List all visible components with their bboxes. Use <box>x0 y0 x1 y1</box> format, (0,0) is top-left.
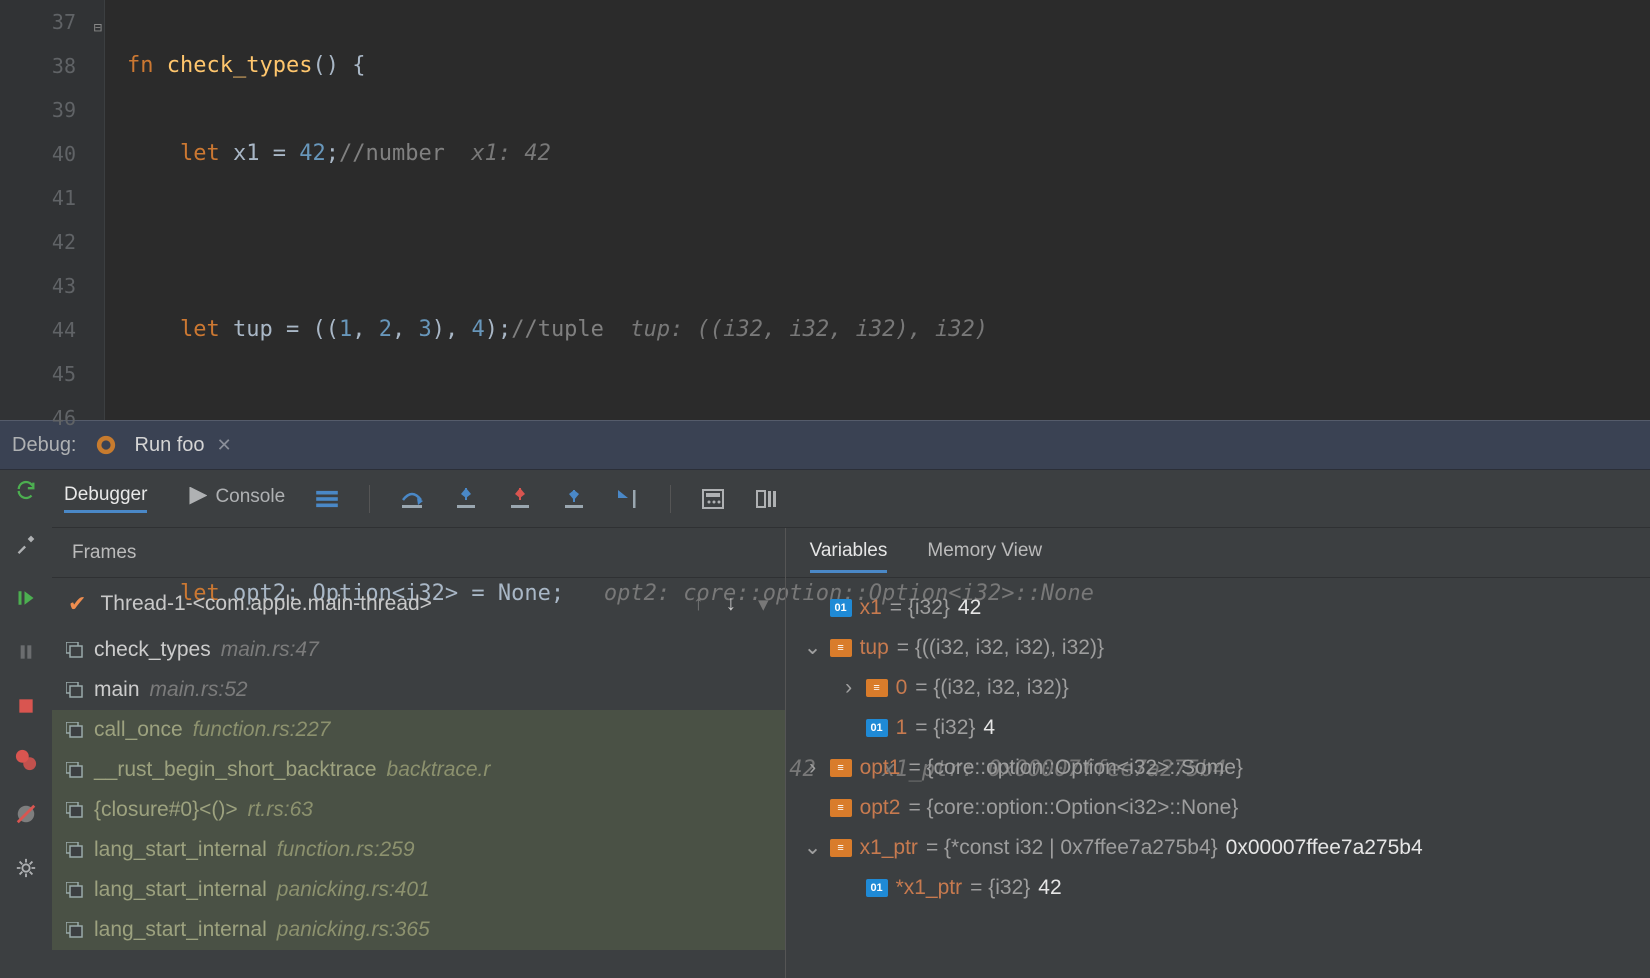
trace-icon[interactable] <box>755 487 779 511</box>
stack-frame-row[interactable]: main main.rs:52 <box>52 670 785 710</box>
frame-down-icon[interactable]: ↓ <box>726 592 737 616</box>
line-number: 41 <box>0 176 76 220</box>
frames-panel: Frames ✔ Thread-1-<com.apple.main-thread… <box>52 528 786 978</box>
stack-frame-row[interactable]: lang_start_internal panicking.rs:401 <box>52 870 785 910</box>
variables-tab[interactable]: Variables <box>810 532 888 573</box>
line-number: 44 <box>0 308 76 352</box>
struct-icon: ≡ <box>830 759 852 777</box>
frames-header: Frames <box>52 528 785 578</box>
stack-frame-row[interactable]: check_types main.rs:47 <box>52 630 785 670</box>
step-over-icon[interactable] <box>400 487 424 511</box>
stack-frame-icon <box>66 762 84 778</box>
resume-icon[interactable] <box>14 586 38 610</box>
struct-icon: ≡ <box>830 799 852 817</box>
line-number: 38 <box>0 44 76 88</box>
stack-frame-row[interactable]: lang_start_internal function.rs:259 <box>52 830 785 870</box>
struct-icon: ≡ <box>830 639 852 657</box>
stack-frame-icon <box>66 722 84 738</box>
console-tab[interactable]: Console <box>189 486 285 512</box>
stack-frame-row[interactable]: call_once function.rs:227 <box>52 710 785 750</box>
struct-icon: ≡ <box>866 679 888 697</box>
memory-view-tab[interactable]: Memory View <box>927 532 1042 573</box>
frame-up-icon[interactable]: ↑ <box>693 592 704 616</box>
variables-panel: Variables Memory View ▾ 01 x1 = {i32} 42… <box>786 528 1650 978</box>
debug-tool-window: Debugger Console Frames <box>0 470 1650 978</box>
line-number: 46 <box>0 396 76 440</box>
variable-row[interactable]: ▾ 01 x1 = {i32} 42 <box>804 588 1632 628</box>
variable-row[interactable]: ▾ 01 *x1_ptr = {i32} 42 <box>804 868 1632 908</box>
settings-icon[interactable] <box>14 856 38 880</box>
wrench-icon[interactable] <box>14 532 38 556</box>
expand-icon[interactable]: ⌄ <box>804 828 822 868</box>
stack-frame-icon <box>66 922 84 938</box>
evaluate-expression-icon[interactable] <box>701 487 725 511</box>
stack-frame-icon <box>66 842 84 858</box>
stop-icon[interactable] <box>14 694 38 718</box>
mute-breakpoints-icon[interactable] <box>14 802 38 826</box>
primitive-icon: 01 <box>866 879 888 897</box>
struct-icon: ≡ <box>830 839 852 857</box>
editor-gutter: 37 38 39 40 41 42 43 44 45 46 ⊟ <box>0 0 105 420</box>
stack-frame-row[interactable]: __rust_begin_short_backtrace backtrace.r <box>52 750 785 790</box>
frame-dropdown-icon[interactable]: ▾ <box>758 592 769 617</box>
variable-row[interactable]: › ≡ opt1 = {core::option::Option<i32>::S… <box>804 748 1632 788</box>
pause-icon[interactable] <box>14 640 38 664</box>
variable-row[interactable]: ⌄ ≡ tup = {((i32, i32, i32), i32)} <box>804 628 1632 668</box>
line-number: 39 <box>0 88 76 132</box>
run-to-cursor-icon[interactable] <box>616 487 640 511</box>
stack-frame-row[interactable]: lang_start_internal panicking.rs:365 <box>52 910 785 950</box>
variable-row[interactable]: ▾ ≡ opt2 = {core::option::Option<i32>::N… <box>804 788 1632 828</box>
variable-row[interactable]: ▾ 01 1 = {i32} 4 <box>804 708 1632 748</box>
debugger-tab[interactable]: Debugger <box>64 484 147 513</box>
rerun-icon[interactable] <box>14 478 38 502</box>
debugger-toolbar: Debugger Console <box>52 470 1650 528</box>
expand-icon[interactable]: › <box>804 748 822 788</box>
variables-header: Variables Memory View <box>786 528 1650 578</box>
variable-row[interactable]: › ≡ 0 = {(i32, i32, i32)} <box>804 668 1632 708</box>
stack-frame-icon <box>66 882 84 898</box>
step-out-icon[interactable] <box>562 487 586 511</box>
thread-selector[interactable]: ✔ Thread-1-<com.apple.main-thread> ↑ ↓ ▾ <box>52 578 785 630</box>
line-number: 45 <box>0 352 76 396</box>
editor-content[interactable]: fn check_types() { let x1 = 42;//number … <box>105 0 1650 420</box>
step-into-icon[interactable] <box>454 487 478 511</box>
fold-marker-icon[interactable]: ⊟ <box>94 6 102 50</box>
stack-frame-row[interactable]: {closure#0}<()> rt.rs:63 <box>52 790 785 830</box>
check-icon: ✔ <box>68 591 86 617</box>
threads-icon[interactable] <box>315 487 339 511</box>
variables-tree[interactable]: ▾ 01 x1 = {i32} 42 ⌄ ≡ tup = {((i32, i32… <box>786 578 1650 978</box>
frames-list[interactable]: check_types main.rs:47main main.rs:52cal… <box>52 630 785 978</box>
line-number: 43 <box>0 264 76 308</box>
force-step-into-icon[interactable] <box>508 487 532 511</box>
primitive-icon: 01 <box>866 719 888 737</box>
close-tab-icon[interactable]: ✕ <box>217 435 232 456</box>
line-number: 37 <box>0 0 76 44</box>
code-editor[interactable]: 37 38 39 40 41 42 43 44 45 46 ⊟ fn check… <box>0 0 1650 420</box>
run-configuration-name[interactable]: Run foo <box>135 434 205 457</box>
line-number: 40 <box>0 132 76 176</box>
primitive-icon: 01 <box>830 599 852 617</box>
expand-icon[interactable]: › <box>840 668 858 708</box>
breakpoints-icon[interactable] <box>14 748 38 772</box>
line-number: 42 <box>0 220 76 264</box>
stack-frame-icon <box>66 682 84 698</box>
stack-frame-icon <box>66 642 84 658</box>
rust-icon <box>95 434 117 456</box>
debug-toolbar-vertical <box>0 470 52 978</box>
variable-row[interactable]: ⌄ ≡ x1_ptr = {*const i32 | 0x7ffee7a275b… <box>804 828 1632 868</box>
stack-frame-icon <box>66 802 84 818</box>
expand-icon[interactable]: ⌄ <box>804 628 822 668</box>
